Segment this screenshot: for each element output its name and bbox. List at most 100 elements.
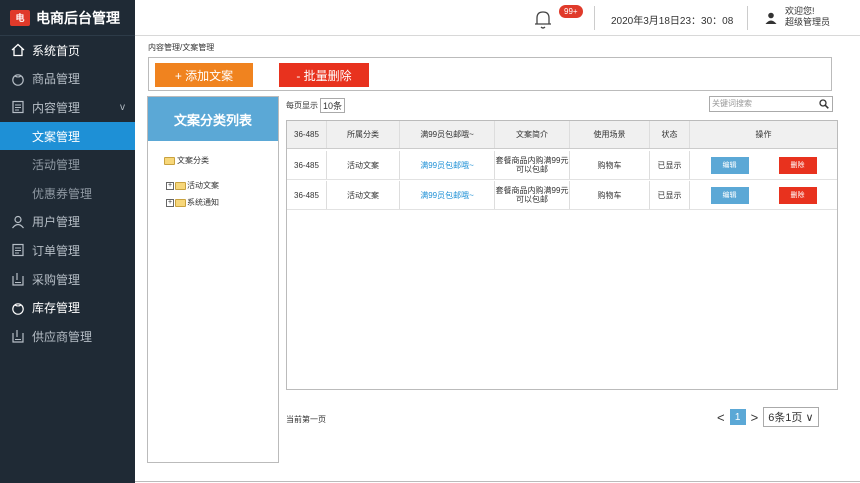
sidebar-item-label: 系统首页 — [32, 43, 81, 58]
pagination: < 1 > 6条1页 ∨ — [717, 407, 819, 427]
column-header: 操作 — [755, 130, 772, 139]
cell-actions: 编辑 删除 — [690, 181, 837, 209]
search-placeholder: 关键词搜索 — [712, 99, 752, 108]
gift-icon — [10, 300, 26, 316]
sidebar-item-users[interactable]: 用户管理 — [0, 208, 135, 237]
divider — [594, 6, 595, 30]
app-title: 电商后台管理 — [36, 9, 120, 26]
divider — [747, 6, 748, 30]
user-welcome[interactable]: 欢迎您! 超级管理员 — [785, 6, 830, 28]
folder-icon — [164, 156, 175, 165]
table-row: 36-485 活动文案 满99员包邮哦~ 套餐商品内购满99元可以包邮 购物车 … — [287, 181, 837, 210]
tree-root-node[interactable]: 文案分类 — [164, 155, 209, 166]
cell-category: 活动文案 — [327, 181, 400, 209]
delete-button[interactable]: 删除 — [778, 186, 817, 204]
sidebar-item-label: 用户管理 — [32, 215, 81, 230]
sidebar-item-label: 库存管理 — [32, 301, 81, 316]
sidebar-item-copywriting[interactable]: 文案管理 — [0, 121, 135, 151]
cell-actions: 编辑 删除 — [690, 151, 837, 179]
column-header: 36-485 — [287, 121, 327, 148]
sidebar-item-label: 供应商管理 — [32, 329, 93, 344]
sidebar-item-coupons[interactable]: 优惠券管理 — [0, 179, 135, 208]
notification-badge: 99+ — [559, 5, 583, 18]
page-number-button[interactable]: 1 — [729, 409, 746, 425]
sidebar-item-suppliers[interactable]: 供应商管理 — [0, 322, 135, 351]
edit-button[interactable]: 编辑 — [710, 156, 749, 174]
expand-icon[interactable]: + — [166, 198, 174, 207]
page-size-select[interactable]: 10条 — [320, 98, 346, 113]
page-summary-text: 6条1页 — [768, 412, 803, 424]
cell-status: 已显示 — [650, 151, 690, 179]
tree-node-label: 活动文案 — [187, 181, 219, 190]
top-bar: 99+ 2020年3月18日23：30：08 欢迎您! 超级管理员 — [135, 0, 860, 36]
sidebar-item-home[interactable]: 系统首页 — [0, 36, 135, 65]
column-header: 所属分类 — [327, 121, 400, 148]
clipboard-icon — [10, 271, 26, 287]
user-role: 超级管理员 — [785, 17, 831, 27]
sidebar-item-label: 优惠券管理 — [32, 186, 93, 201]
sidebar-item-label: 文案管理 — [32, 129, 81, 144]
current-page-text: 当前第一页 — [286, 415, 326, 424]
search-icon[interactable] — [819, 99, 829, 114]
cell-id: 36-485 — [287, 181, 327, 209]
cell-scene: 购物车 — [570, 151, 650, 179]
column-header: 满99员包邮哦~ — [400, 121, 495, 148]
prev-page-button[interactable]: < — [717, 410, 725, 425]
breadcrumb: 内容管理/文案管理 — [148, 43, 215, 52]
app-logo[interactable]: 电 电商后台管理 — [0, 0, 135, 36]
delete-button[interactable]: 删除 — [778, 156, 817, 174]
sidebar-item-inventory[interactable]: 库存管理 — [0, 293, 135, 322]
cell-status: 已显示 — [650, 181, 690, 209]
cell-title-link[interactable]: 满99员包邮哦~ — [400, 151, 495, 179]
clipboard-icon — [10, 328, 26, 344]
bell-icon[interactable] — [533, 8, 553, 30]
divider — [135, 481, 860, 482]
add-copy-button[interactable]: + 添加文案 — [155, 63, 253, 87]
chevron-down-icon: v — [120, 101, 125, 113]
cell-id: 36-485 — [287, 151, 327, 179]
edit-button[interactable]: 编辑 — [710, 186, 749, 204]
search-input[interactable]: 关键词搜索 — [709, 96, 833, 112]
cell-intro: 套餐商品内购满99元可以包邮 — [495, 151, 570, 179]
chevron-down-icon: ∨ — [805, 412, 814, 424]
sidebar-item-label: 内容管理 — [32, 100, 81, 115]
batch-delete-button[interactable]: - 批量删除 — [279, 63, 369, 87]
home-icon — [10, 42, 26, 58]
next-page-button[interactable]: > — [751, 410, 759, 425]
sidebar-item-label: 订单管理 — [32, 243, 81, 258]
tree-title: 文案分类列表 — [148, 97, 278, 141]
page-summary-select[interactable]: 6条1页 ∨ — [763, 407, 819, 427]
cell-title-link[interactable]: 满99员包邮哦~ — [400, 181, 495, 209]
cell-intro: 套餐商品内购满99元可以包邮 — [495, 181, 570, 209]
sidebar-item-activities[interactable]: 活动管理 — [0, 150, 135, 179]
column-header: 文案简介 — [495, 121, 570, 148]
sidebar-item-label: 商品管理 — [32, 72, 81, 87]
sidebar-item-products[interactable]: 商品管理 — [0, 65, 135, 94]
user-icon — [10, 214, 26, 230]
logo-icon: 电 — [10, 9, 30, 26]
sidebar-item-orders[interactable]: 订单管理 — [0, 236, 135, 265]
tree-node-label: 文案分类 — [177, 156, 209, 165]
sidebar-item-purchasing[interactable]: 采购管理 — [0, 265, 135, 294]
tree-node-notice[interactable]: + 系统通知 — [166, 197, 219, 208]
app: 电 电商后台管理 系统首页 商品管理 内容管理 v 文案管理 活动管理 优惠券管… — [0, 0, 860, 483]
folder-icon — [175, 181, 186, 190]
sidebar-item-label: 活动管理 — [32, 158, 81, 173]
column-header: 状态 — [650, 121, 690, 148]
sidebar-item-content[interactable]: 内容管理 v — [0, 93, 135, 122]
tree-node-label: 系统通知 — [187, 198, 219, 207]
gift-icon — [10, 71, 26, 87]
user-icon[interactable] — [765, 11, 777, 24]
page-size-label: 每页显示 — [286, 101, 318, 110]
sidebar: 电 电商后台管理 系统首页 商品管理 内容管理 v 文案管理 活动管理 优惠券管… — [0, 0, 135, 483]
tree-node-activity[interactable]: + 活动文案 — [166, 180, 219, 191]
sidebar-item-label: 采购管理 — [32, 272, 81, 287]
copy-table: 36-485 所属分类 满99员包邮哦~ 文案简介 使用场景 状态 操作 36-… — [286, 120, 838, 390]
table-row: 36-485 活动文案 满99员包邮哦~ 套餐商品内购满99元可以包邮 购物车 … — [287, 151, 837, 180]
cell-category: 活动文案 — [327, 151, 400, 179]
column-header: 使用场景 — [570, 121, 650, 148]
action-toolbar: + 添加文案 - 批量删除 — [148, 57, 832, 91]
folder-icon — [175, 198, 186, 207]
table-header: 36-485 所属分类 满99员包邮哦~ 文案简介 使用场景 状态 操作 — [287, 121, 837, 149]
expand-icon[interactable]: + — [166, 181, 174, 190]
